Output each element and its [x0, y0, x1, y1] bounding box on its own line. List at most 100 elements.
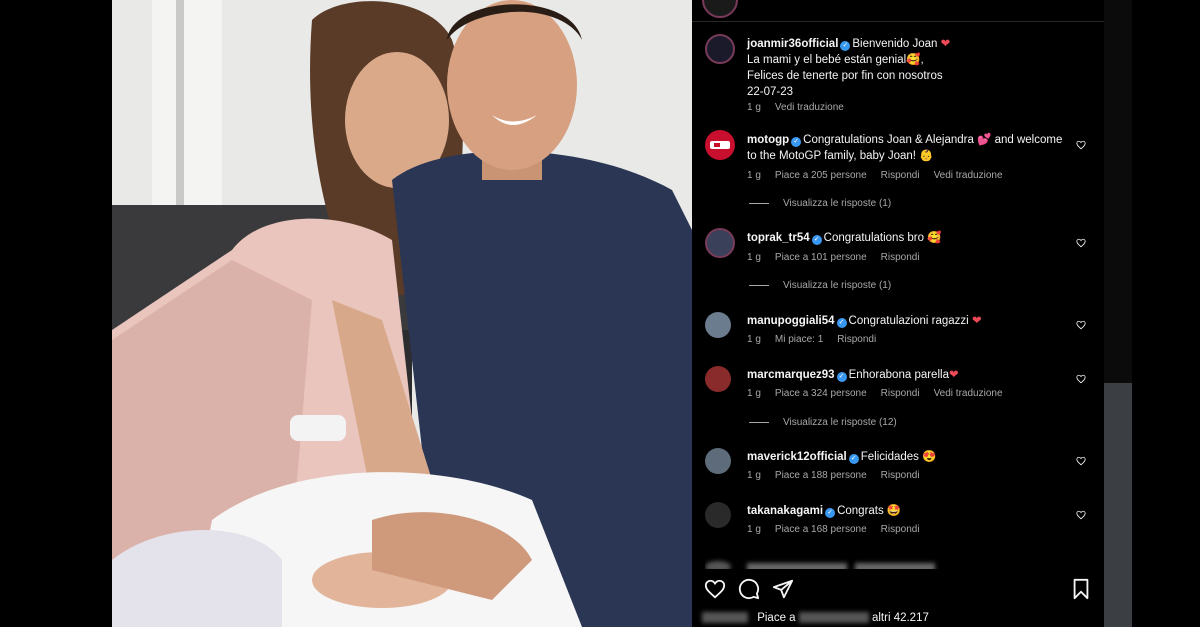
caption-line-2: La mami y el bebé están genial — [747, 54, 907, 66]
comment-icon[interactable] — [738, 578, 760, 600]
caption-time: 1 g — [747, 102, 761, 113]
comment-likes[interactable]: Piace a 205 persone — [775, 170, 867, 181]
view-replies-label[interactable]: Visualizza le risposte (1) — [783, 198, 891, 209]
reply-link[interactable]: Rispondi — [837, 334, 876, 345]
post-photo — [112, 0, 692, 627]
translate-link[interactable]: Vedi traduzione — [934, 170, 1003, 181]
verified-badge-icon: ✓ — [791, 137, 802, 147]
likes-suffix[interactable]: altri 42.217 — [872, 612, 929, 624]
takanakagami-avatar[interactable] — [705, 502, 731, 528]
liker-avatars — [702, 612, 748, 624]
heart-icon[interactable] — [704, 578, 726, 600]
comment-text-line: Congrats 🤩 — [837, 505, 902, 517]
comment-time: 1 g — [747, 252, 761, 263]
view-replies-label[interactable]: Visualizza le risposte (12) — [783, 417, 897, 428]
likes-prefix: Piace a — [757, 612, 796, 624]
heart-icon[interactable] — [1076, 456, 1086, 466]
comment-text-line: Congratulations bro 🥰 — [823, 232, 942, 244]
replies-line — [749, 284, 769, 286]
comments-panel: joanmir36official ✓ Bienvenido Joan ❤ La m… — [692, 0, 1104, 627]
verified-badge-icon: ✓ — [848, 454, 859, 464]
heart-icon[interactable] — [1076, 510, 1086, 520]
comment-text-line2: to the MotoGP family, baby Joan! 👶 — [747, 150, 934, 162]
partial-avatar — [705, 561, 731, 569]
view-replies-label[interactable]: Visualizza le risposte (1) — [783, 280, 891, 291]
comment-likes[interactable]: Piace a 188 persone — [775, 470, 867, 481]
maverick-avatar[interactable] — [705, 448, 731, 474]
comment-text-line: Felicidades 😍 — [860, 451, 937, 463]
verified-badge-icon: ✓ — [836, 372, 847, 382]
verified-badge-icon: ✓ — [840, 41, 851, 51]
partial-text-2 — [855, 563, 935, 569]
toprak-avatar[interactable] — [705, 228, 735, 258]
translate-link[interactable]: Vedi traduzione — [934, 388, 1003, 399]
comment-username[interactable]: toprak_tr54 — [747, 232, 810, 244]
heart-icon[interactable] — [1076, 374, 1086, 384]
comment-username[interactable]: manupoggiali54 — [747, 315, 835, 327]
comment-text-line1-after: and welcome — [994, 134, 1063, 146]
comment-meta: 1 g Piace a 188 persone Rispondi — [747, 470, 934, 481]
comment-likes[interactable]: Mi piace: 1 — [775, 334, 823, 345]
verified-badge-icon: ✓ — [825, 508, 836, 518]
comment-username[interactable]: marcmarquez93 — [747, 369, 835, 381]
comment-likes[interactable]: Piace a 101 persone — [775, 252, 867, 263]
comment-text-line: Congratulazioni ragazzi — [848, 315, 969, 327]
share-icon[interactable] — [772, 578, 794, 600]
view-replies[interactable]: Visualizza le risposte (12) — [749, 417, 897, 428]
caption-meta: 1 g Vedi traduzione — [747, 102, 858, 113]
verified-badge-icon: ✓ — [836, 318, 847, 328]
view-replies[interactable]: Visualizza le risposte (1) — [749, 198, 891, 209]
verified-badge-icon: ✓ — [811, 235, 822, 245]
comment-text: marcmarquez93 ✓ Enhorabona parella❤ — [747, 367, 1074, 383]
comment-username[interactable]: takanakagami — [747, 505, 823, 517]
reply-link[interactable]: Rispondi — [881, 170, 920, 181]
reply-link[interactable]: Rispondi — [881, 470, 920, 481]
comment-username[interactable]: maverick12official — [747, 451, 847, 463]
comment-meta: 1 g Piace a 101 persone Rispondi — [747, 252, 934, 263]
comment-time: 1 g — [747, 388, 761, 399]
heart-icon[interactable] — [1076, 140, 1086, 150]
comment-text: maverick12official ✓ Felicidades 😍 — [747, 449, 1074, 465]
red-heart-icon: ❤ — [948, 369, 959, 381]
comment-username[interactable]: motogp — [747, 134, 789, 146]
caption-line-3: Felices de tenerte por fin con nosotros — [747, 70, 943, 82]
red-heart-icon: ❤ — [971, 315, 982, 327]
hearts-emoji-icon: 💕 — [977, 134, 992, 146]
comment-meta: 1 g Mi piace: 1 Rispondi — [747, 334, 890, 345]
motogp-avatar[interactable] — [705, 130, 735, 160]
reply-link[interactable]: Rispondi — [881, 252, 920, 263]
replies-line — [749, 421, 769, 423]
comment-text: motogp ✓ Congratulations Joan & Alejandra … — [747, 132, 1074, 164]
caption-text: joanmir36official ✓ Bienvenido Joan ❤ La m… — [747, 38, 951, 98]
comment-time: 1 g — [747, 524, 761, 535]
caption-line-1: Bienvenido Joan — [852, 38, 938, 50]
comment-time: 1 g — [747, 334, 761, 345]
bookmark-icon[interactable] — [1070, 578, 1092, 600]
heart-icon[interactable] — [1076, 238, 1086, 248]
photo-illustration — [112, 0, 692, 627]
caption-translate-link[interactable]: Vedi traduzione — [775, 102, 844, 113]
comment-meta: 1 g Piace a 324 persone Rispondi Vedi tradu… — [747, 388, 1017, 399]
caption-author[interactable]: joanmir36official — [747, 38, 838, 50]
motogp-logo-icon — [710, 141, 730, 149]
comment-text-line1: Congratulations Joan & Alejandra — [803, 134, 974, 146]
comment-likes[interactable]: Piace a 168 persone — [775, 524, 867, 535]
comment-likes[interactable]: Piace a 324 persone — [775, 388, 867, 399]
marcmarquez-avatar[interactable] — [705, 366, 731, 392]
view-replies[interactable]: Visualizza le risposte (1) — [749, 280, 891, 291]
reply-link[interactable]: Rispondi — [881, 388, 920, 399]
comment-meta: 1 g Piace a 205 persone Rispondi Vedi tradu… — [747, 170, 1017, 181]
caption-line-4: 22-07-23 — [747, 86, 794, 98]
header-avatar[interactable] — [702, 0, 738, 18]
reply-link[interactable]: Rispondi — [881, 524, 920, 535]
partial-text — [747, 563, 847, 569]
background-strip — [1104, 0, 1132, 627]
heart-icon[interactable] — [1076, 320, 1086, 330]
header-divider — [692, 21, 1104, 22]
liker-name-blurred — [798, 612, 869, 624]
manupoggiali-avatar[interactable] — [705, 312, 731, 338]
comment-text-line: Enhorabona parella — [848, 369, 949, 381]
author-avatar[interactable] — [705, 34, 735, 64]
comment-text: toprak_tr54 ✓ Congratulations bro 🥰 — [747, 230, 1074, 246]
likes-summary[interactable]: Piace a altri 42.217 — [702, 612, 929, 624]
